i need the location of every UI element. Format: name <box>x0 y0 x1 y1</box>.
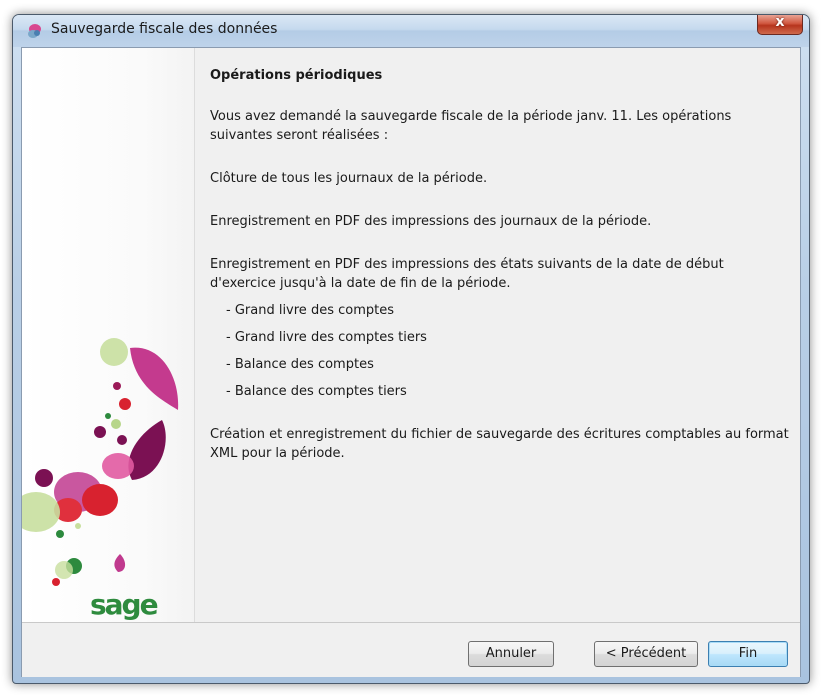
side-decoration-panel: sage <box>22 48 195 622</box>
button-bar: Annuler < Précédent Fin <box>22 622 800 677</box>
sage-decoration-graphic <box>22 338 179 586</box>
intro-text: Vous avez demandé la sauvegarde fiscale … <box>210 109 732 143</box>
list-item: - Balance des comptes tiers <box>226 384 407 399</box>
close-icon: x <box>775 14 785 30</box>
operation-xml-export: Création et enregistrement du fichier de… <box>210 427 789 461</box>
list-item: - Grand livre des comptes <box>226 303 394 318</box>
list-item: - Grand livre des comptes tiers <box>226 330 427 345</box>
statements-list: - Grand livre des comptes - Grand livre … <box>210 301 790 401</box>
cancel-button[interactable]: Annuler <box>468 641 554 667</box>
operation-pdf-journals: Enregistrement en PDF des impressions de… <box>210 214 652 229</box>
window-title: Sauvegarde fiscale des données <box>51 21 278 37</box>
title-bar[interactable]: Sauvegarde fiscale des données x <box>13 15 809 47</box>
finish-button[interactable]: Fin <box>708 641 788 667</box>
previous-button[interactable]: < Précédent <box>594 641 698 667</box>
sage-logo: sage <box>90 588 159 621</box>
app-icon <box>28 24 41 38</box>
dialog-client-area: sage Opérations périodiques Vous avez de… <box>21 47 801 677</box>
operation-pdf-statements: Enregistrement en PDF des impressions de… <box>210 257 724 291</box>
close-button[interactable]: x <box>757 15 803 35</box>
list-item: - Balance des comptes <box>226 357 374 372</box>
dialog-window: Sauvegarde fiscale des données x sage Op… <box>12 14 810 684</box>
operations-content: Opérations périodiques Vous avez demandé… <box>210 66 790 487</box>
section-heading: Opérations périodiques <box>210 68 383 83</box>
operation-closing-journals: Clôture de tous les journaux de la pério… <box>210 171 488 186</box>
